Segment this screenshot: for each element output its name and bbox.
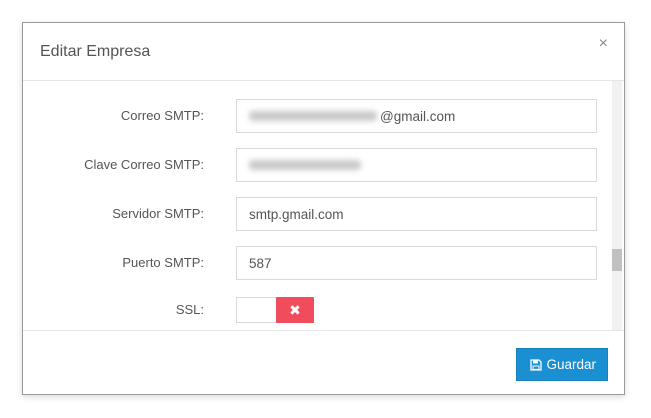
ssl-row: SSL: ✖ [23, 293, 613, 327]
save-button-label: Guardar [546, 357, 596, 372]
redacted-password [249, 160, 361, 170]
smtp-port-input[interactable] [236, 246, 597, 280]
modal-title: Editar Empresa [40, 43, 151, 60]
smtp-server-input[interactable] [236, 197, 597, 231]
smtp-port-row: Puerto SMTP: [23, 246, 613, 280]
modal-footer: Guardar [23, 331, 624, 396]
smtp-server-row: Servidor SMTP: [23, 197, 613, 231]
close-icon[interactable]: × [599, 36, 608, 52]
scrollbar-thumb[interactable] [612, 249, 622, 271]
smtp-port-label: Puerto SMTP: [122, 255, 204, 270]
ssl-label: SSL: [175, 302, 204, 317]
smtp-password-label: Clave Correo SMTP: [84, 157, 204, 172]
modal-body: Correo SMTP: @gmail.com Clave Correo SMT… [23, 81, 624, 331]
smtp-server-label: Servidor SMTP: [112, 206, 204, 221]
vertical-scrollbar[interactable] [612, 81, 622, 330]
floppy-disk-icon [530, 358, 543, 371]
smtp-password-row: Clave Correo SMTP: [23, 148, 613, 182]
edit-company-modal: Editar Empresa × Correo SMTP: @gmail.com… [22, 22, 625, 395]
ssl-toggle[interactable]: ✖ [236, 297, 314, 323]
smtp-email-domain: @gmail.com [380, 109, 456, 124]
save-button[interactable]: Guardar [516, 348, 608, 381]
redacted-email-user [249, 111, 377, 121]
smtp-email-label: Correo SMTP: [120, 108, 204, 123]
smtp-email-row: Correo SMTP: @gmail.com [23, 99, 613, 133]
smtp-email-field[interactable]: @gmail.com [236, 99, 597, 133]
modal-header: Editar Empresa × [23, 23, 624, 81]
toggle-off-icon: ✖ [276, 297, 314, 323]
smtp-password-field[interactable] [236, 148, 597, 182]
